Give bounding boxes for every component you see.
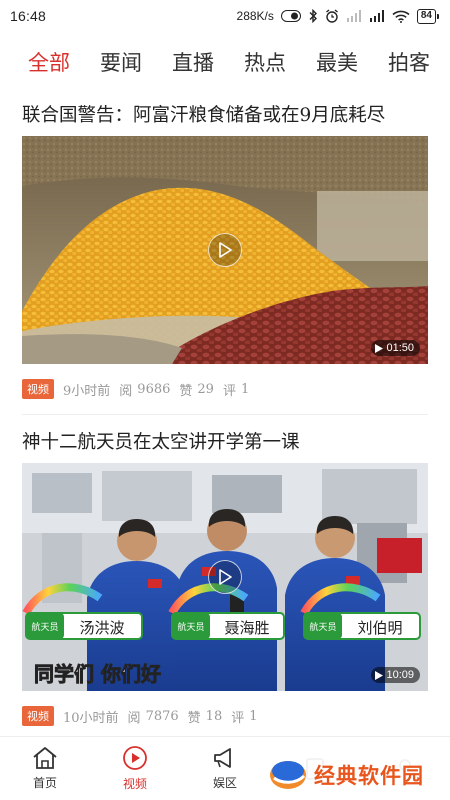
nav-entertainment[interactable]: 娱区 — [180, 737, 270, 800]
caption-name-1: 汤洪波 — [79, 619, 124, 637]
video-duration: 10:09 — [371, 667, 420, 683]
nav-entertainment-label: 娱区 — [212, 776, 237, 790]
list-item[interactable]: 联合国警告：阿富汗粮食储备或在9月底耗尽 01:50 视频 9小时前 阅 968… — [0, 96, 450, 414]
tab-all[interactable]: 全部 — [28, 47, 70, 77]
tab-hot[interactable]: 热点 — [244, 47, 286, 77]
article-title[interactable]: 联合国警告：阿富汗粮食储备或在9月底耗尽 — [22, 96, 428, 136]
video-duration: 01:50 — [371, 340, 420, 356]
play-small-icon — [375, 670, 384, 680]
article-meta: 视频 10小时前 阅 7876 赞 18 评1 — [22, 691, 428, 741]
list-item[interactable]: 神十二航天员在太空讲开学第一课 航天员 汤洪波 航天员 聂海胜 航天员 刘伯明 … — [0, 423, 450, 741]
nav-video-label: 视频 — [122, 777, 147, 791]
status-icons: 288K/s 84 — [236, 8, 440, 24]
play-small-icon — [375, 343, 384, 353]
like-count: 29 — [197, 381, 214, 397]
video-tag: 视频 — [22, 706, 54, 726]
tab-live[interactable]: 直播 — [172, 47, 214, 77]
comments-label: 评 — [222, 383, 236, 399]
alarm-icon — [325, 9, 339, 23]
duration-text: 10:09 — [386, 669, 414, 681]
nav-home-label: 首页 — [32, 776, 57, 790]
play-button[interactable] — [208, 560, 242, 594]
video-thumbnail[interactable]: 01:50 — [22, 136, 428, 364]
status-time: 16:48 — [10, 8, 47, 24]
reads-label: 阅 — [119, 383, 133, 399]
divider — [22, 414, 428, 415]
caption-role-3: 航天员 — [309, 621, 336, 633]
home-icon — [33, 747, 57, 769]
category-tabs: 全部 要闻 直播 热点 最美 拍客 — [0, 36, 450, 88]
watermark: 经典软件园 — [266, 756, 430, 794]
watermark-text: 经典软件园 — [314, 764, 424, 788]
comment-count: 1 — [240, 381, 250, 397]
signal-icon-1 — [346, 10, 362, 22]
caption-role-1: 航天员 — [31, 621, 58, 633]
caption-name-2: 聂海胜 — [224, 619, 269, 637]
caption-name-3: 刘伯明 — [357, 619, 402, 637]
comments-label: 评 — [231, 710, 245, 726]
likes-label: 赞 — [179, 383, 193, 399]
likes-label: 赞 — [187, 710, 201, 726]
status-bar: 16:48 288K/s 84 — [0, 0, 450, 32]
video-tag: 视频 — [22, 379, 54, 399]
video-thumbnail[interactable]: 航天员 汤洪波 航天员 聂海胜 航天员 刘伯明 同学们 你们好 10:09 — [22, 463, 428, 691]
network-speed: 288K/s — [236, 9, 274, 23]
publish-time: 10小时前 — [63, 710, 119, 726]
like-count: 18 — [205, 708, 223, 724]
video-feed: 联合国警告：阿富汗粮食储备或在9月底耗尽 01:50 视频 9小时前 阅 968… — [0, 96, 450, 741]
article-meta: 视频 9小时前 阅 9686 赞 29 评1 — [22, 364, 428, 414]
wifi-icon — [392, 10, 410, 23]
battery-icon: 84 — [416, 8, 440, 24]
watermark-logo-icon — [270, 761, 306, 789]
play-circle-icon — [123, 746, 147, 770]
tab-reporter[interactable]: 拍客 — [388, 47, 430, 77]
read-count: 7876 — [145, 708, 179, 724]
publish-time: 9小时前 — [63, 383, 111, 399]
comment-count: 1 — [249, 708, 258, 724]
bluetooth-icon — [308, 9, 318, 23]
tab-headlines[interactable]: 要闻 — [100, 47, 142, 77]
duration-text: 01:50 — [386, 342, 414, 354]
read-count: 9686 — [137, 381, 171, 397]
hd-icon — [280, 10, 301, 22]
play-button[interactable] — [208, 233, 242, 267]
video-subtitle: 同学们 你们好 — [34, 662, 161, 686]
reads-label: 阅 — [127, 710, 141, 726]
megaphone-icon — [214, 748, 231, 768]
signal-icon-2 — [369, 10, 385, 22]
caption-role-2: 航天员 — [177, 621, 204, 633]
nav-video[interactable]: 视频 — [90, 737, 180, 800]
tab-most-beautiful[interactable]: 最美 — [316, 47, 358, 77]
article-title[interactable]: 神十二航天员在太空讲开学第一课 — [22, 423, 428, 463]
nav-home[interactable]: 首页 — [0, 737, 90, 800]
